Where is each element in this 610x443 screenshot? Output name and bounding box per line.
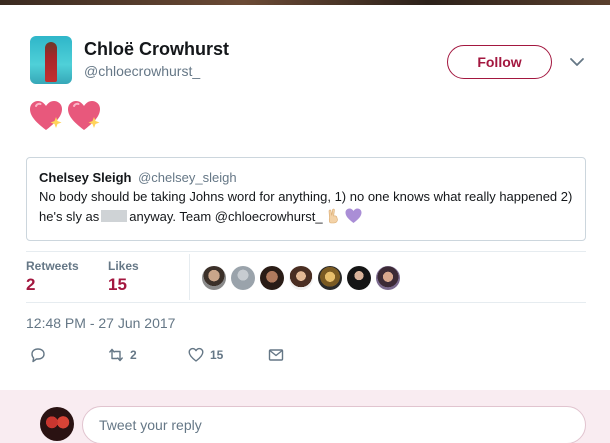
redacted-word [101,210,128,222]
current-user-avatar [40,407,74,441]
quoted-author-handle: @chelsey_sleigh [138,170,237,185]
retweets-label: Retweets [26,259,79,273]
liker-avatar[interactable] [318,266,342,290]
retweet-icon[interactable] [108,347,124,363]
tweet-text [28,99,102,133]
liker-avatar[interactable] [231,266,255,290]
sparkling-heart-icon [30,101,62,130]
liker-avatar[interactable] [260,266,284,290]
quoted-tweet-header: Chelsey Sleigh @chelsey_sleigh [39,170,573,185]
retweet-count: 2 [130,348,137,362]
reply-icon[interactable] [30,347,46,363]
like-count: 15 [210,348,224,362]
tweet-permalink: Chloë Crowhurst @chloecrowhurst_ Follow … [0,5,610,390]
retweet-action[interactable]: 2 [108,347,137,363]
purple-heart-icon [345,208,362,223]
avatar-figure [45,42,57,82]
liker-avatar[interactable] [289,266,313,290]
likes-stat[interactable]: Likes 15 [108,259,139,295]
reply-input[interactable] [82,406,586,443]
reply-action[interactable] [30,347,52,363]
reply-composer [0,390,610,443]
quoted-tweet-text: No body should be taking Johns word for … [39,187,573,227]
tweet-timestamp[interactable]: 12:48 PM - 27 Jun 2017 [26,315,175,331]
quoted-author-name: Chelsey Sleigh [39,170,132,185]
author-avatar[interactable] [30,36,72,84]
heart-icon[interactable] [188,347,204,363]
tweet-stats: Retweets 2 Likes 15 [26,251,586,303]
liker-avatar[interactable] [376,266,400,290]
follow-button[interactable]: Follow [447,45,552,79]
sparkling-heart-icon [68,101,100,130]
author-display-name[interactable]: Chloë Crowhurst [84,39,229,60]
envelope-icon[interactable] [268,347,284,363]
like-action[interactable]: 15 [188,347,223,363]
quoted-text-part-2: anyway. Team @chloecrowhurst_ [129,209,323,224]
chevron-down-icon[interactable] [568,53,586,71]
author-handle[interactable]: @chloecrowhurst_ [84,63,200,79]
quoted-tweet[interactable]: Chelsey Sleigh @chelsey_sleigh No body s… [26,157,586,241]
direct-message-action[interactable] [268,347,284,363]
victory-hand-icon [328,208,338,224]
likes-count: 15 [108,275,127,294]
liker-avatar[interactable] [347,266,371,290]
stats-divider [189,254,190,300]
likes-label: Likes [108,259,139,273]
liker-avatar[interactable] [202,266,226,290]
liker-avatars [202,266,400,290]
retweets-stat[interactable]: Retweets 2 [26,259,79,295]
retweets-count: 2 [26,275,36,294]
